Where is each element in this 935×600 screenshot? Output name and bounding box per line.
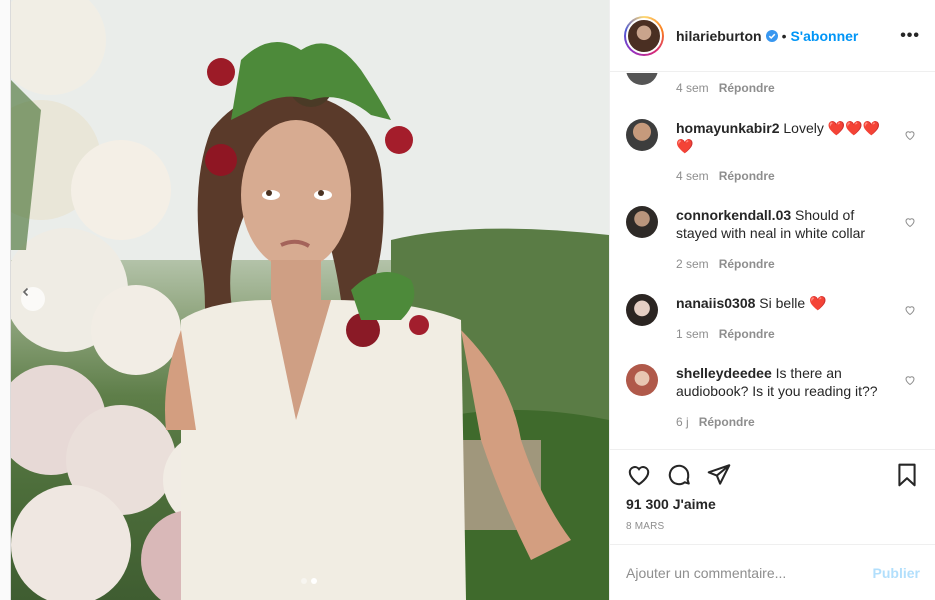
carousel-dots — [301, 578, 317, 584]
comment-time: 1 sem — [676, 327, 709, 341]
comment-meta: 1 sem Répondre — [676, 327, 775, 341]
carousel-dot — [301, 578, 307, 584]
post-date: 8 MARS — [626, 521, 665, 532]
comment-like-icon[interactable] — [904, 304, 916, 316]
reply-button[interactable]: Répondre — [719, 327, 775, 341]
comment-avatar[interactable] — [626, 206, 658, 238]
reply-button[interactable]: Répondre — [719, 257, 775, 271]
verified-badge-icon — [765, 29, 778, 42]
comment-like-icon[interactable] — [904, 216, 916, 228]
post-header: hilarieburton • S'abonner ••• — [610, 0, 935, 72]
reply-button[interactable]: Répondre — [699, 415, 755, 429]
comment-body: connorkendall.03 Should of stayed with n… — [676, 206, 888, 242]
post-actions: 91 300 J'aime 8 MARS — [610, 449, 935, 544]
paper-plane-icon[interactable] — [706, 462, 732, 491]
comment-time: 4 sem — [676, 81, 709, 95]
comment-avatar[interactable] — [626, 73, 658, 85]
comment-time: 2 sem — [676, 257, 709, 271]
carousel-dot-active — [311, 578, 317, 584]
post-photo[interactable] — [11, 0, 609, 600]
reply-button[interactable]: Répondre — [719, 169, 775, 183]
comment-body: homayunkabir2 Lovely ❤️❤️❤️❤️ — [676, 119, 888, 155]
comment-avatar[interactable] — [626, 364, 658, 396]
header-separator: • — [781, 27, 787, 44]
comment-username[interactable]: homayunkabir2 — [676, 120, 779, 136]
comment-body: nanaiis0308 Si belle ❤️ — [676, 294, 888, 312]
comment-username[interactable]: nanaiis0308 — [676, 295, 755, 311]
comment-avatar[interactable] — [626, 294, 658, 326]
comment-username[interactable]: shelleydeedee — [676, 365, 772, 381]
comment-like-icon[interactable] — [904, 129, 916, 141]
post-side-panel: hilarieburton • S'abonner ••• 4 sem Répon… — [609, 0, 935, 600]
heart-icon[interactable] — [626, 462, 652, 491]
comment-like-icon[interactable] — [904, 374, 916, 386]
reply-button[interactable]: Répondre — [719, 81, 775, 95]
comment-meta: 2 sem Répondre — [676, 257, 775, 271]
action-icons — [626, 462, 920, 488]
comment-time: 4 sem — [676, 169, 709, 183]
comment-avatar[interactable] — [626, 119, 658, 151]
comment-input[interactable] — [626, 564, 865, 581]
author-avatar[interactable] — [624, 15, 664, 56]
more-options-icon[interactable]: ••• — [900, 27, 920, 45]
comment-time: 6 j — [676, 415, 689, 429]
comment-username[interactable]: connorkendall.03 — [676, 207, 791, 223]
comment-bubble-icon[interactable] — [666, 462, 692, 491]
comment-meta: 6 j Répondre — [676, 415, 755, 429]
comment-text: Si belle ❤️ — [759, 295, 827, 311]
bookmark-icon[interactable] — [894, 462, 920, 491]
author-username[interactable]: hilarieburton — [676, 28, 762, 44]
comment-meta: 4 sem Répondre — [676, 169, 775, 183]
photo-illustration — [11, 0, 609, 600]
carousel-prev-button[interactable] — [21, 287, 45, 311]
likes-count[interactable]: 91 300 J'aime — [626, 496, 716, 512]
comment-meta: 4 sem Répondre — [676, 81, 775, 95]
chevron-left-icon — [22, 287, 29, 297]
comment-body: shelleydeedee Is there an audiobook? Is … — [676, 364, 888, 400]
instagram-post: hilarieburton • S'abonner ••• 4 sem Répon… — [10, 0, 935, 600]
follow-button[interactable]: S'abonner — [790, 28, 858, 44]
add-comment-bar: Publier — [610, 544, 935, 600]
publish-button[interactable]: Publier — [873, 565, 920, 581]
comment-list: 4 sem Répondre homayunkabir2 Lovely ❤️❤️❤… — [610, 73, 935, 449]
